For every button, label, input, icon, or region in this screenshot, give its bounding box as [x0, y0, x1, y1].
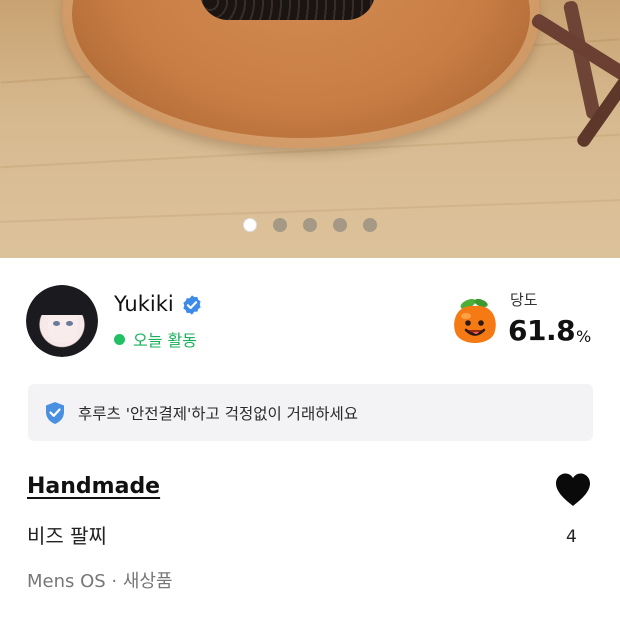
heart-icon[interactable]	[554, 472, 592, 508]
safe-payment-text: 후루츠 '안전결제'하고 걱정없이 거래하세요	[78, 404, 358, 423]
product-meta: Mens OS · 새상품	[27, 571, 173, 592]
activity-status-label: 오늘 활동	[133, 331, 197, 350]
shield-check-icon	[46, 401, 64, 424]
peach-icon	[454, 298, 496, 343]
bead-bracelet	[200, 0, 375, 20]
verified-badge-icon	[183, 295, 201, 315]
online-status-dot	[114, 333, 125, 345]
like-count: 4	[566, 527, 577, 547]
carousel-dot-3[interactable]	[303, 218, 317, 232]
carousel-dot-4[interactable]	[333, 218, 347, 232]
carousel-indicator	[0, 218, 620, 232]
seller-activity: 오늘 활동	[114, 327, 197, 351]
carousel-dot-5[interactable]	[363, 218, 377, 232]
sweetness-unit: %	[576, 327, 592, 346]
carousel-dot-2[interactable]	[273, 218, 287, 232]
seller-avatar[interactable]	[26, 285, 98, 357]
seller-name[interactable]: Yukiki	[114, 292, 174, 316]
sweetness-label: 당도	[510, 291, 538, 309]
carousel-dot-1[interactable]	[243, 218, 257, 232]
sweetness-value: 61.8	[508, 314, 576, 347]
product-brand-link[interactable]: Handmade	[27, 474, 160, 499]
product-title: 비즈 팔찌	[27, 524, 107, 548]
wooden-plate-rim	[62, 0, 540, 148]
safe-payment-banner[interactable]: 후루츠 '안전결제'하고 걱정없이 거래하세요	[28, 384, 593, 441]
product-image-carousel[interactable]	[0, 0, 620, 258]
